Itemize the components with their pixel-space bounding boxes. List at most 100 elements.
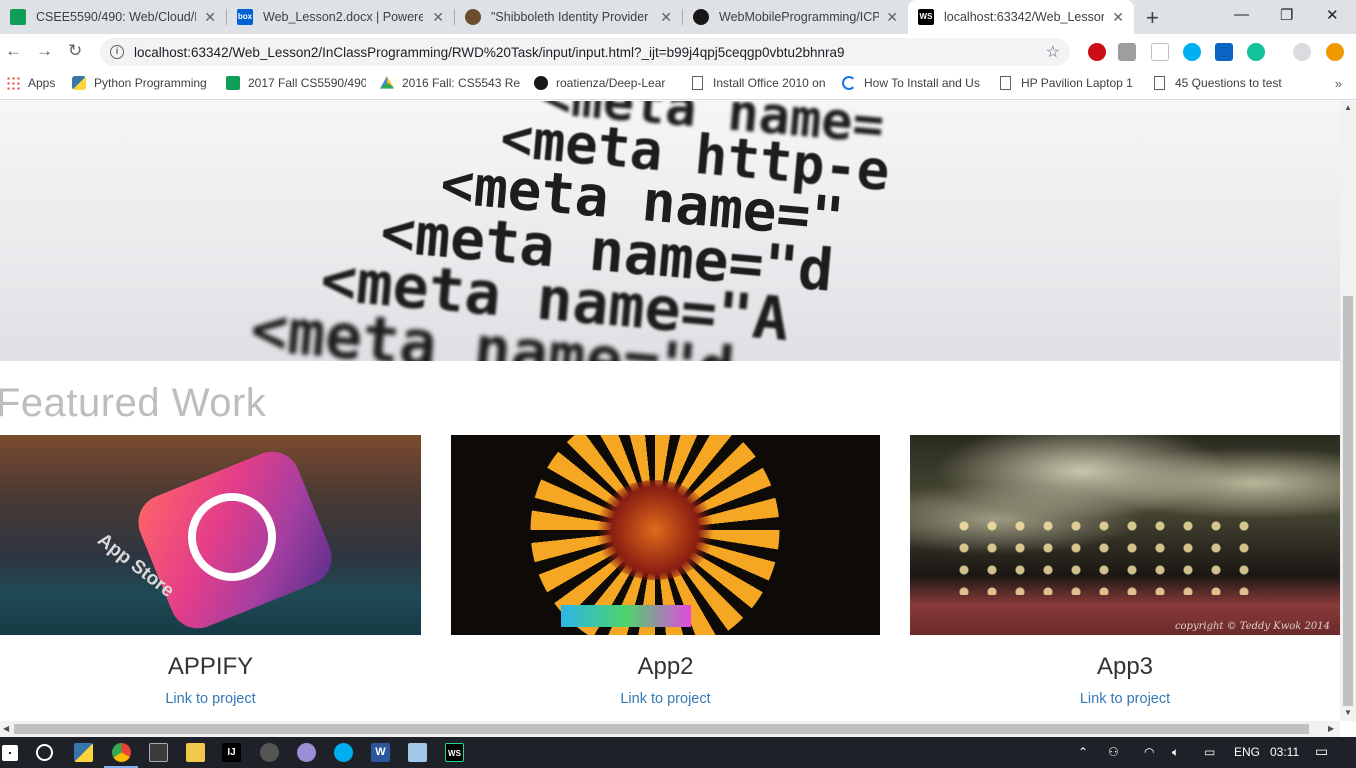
notepad-taskbar-icon[interactable] bbox=[408, 743, 427, 762]
page-icon bbox=[1154, 76, 1165, 90]
url-text: localhost:63342/Web_Lesson2/InClassProgr… bbox=[134, 44, 845, 60]
bookmark-label: Apps bbox=[28, 76, 56, 90]
forward-button[interactable]: → bbox=[36, 41, 53, 61]
python-taskbar-icon[interactable] bbox=[74, 743, 93, 762]
opera-extension-icon[interactable] bbox=[1088, 43, 1106, 61]
bookmark-how-to-install[interactable]: How To Install and Us bbox=[842, 76, 984, 90]
scroll-left-arrow[interactable]: ◀ bbox=[3, 724, 9, 733]
address-bar[interactable]: i localhost:63342/Web_Lesson2/InClassPro… bbox=[100, 38, 1070, 66]
cortana-search-icon[interactable] bbox=[36, 744, 53, 761]
bookmark-label: 2017 Fall CS5590/490 bbox=[248, 76, 366, 90]
refresh-logo-icon bbox=[842, 76, 856, 90]
site-info-icon[interactable]: i bbox=[110, 45, 124, 59]
show-hidden-icons-chevron[interactable]: ⌃ bbox=[1078, 745, 1088, 759]
tab-localhost-active[interactable]: WS localhost:63342/Web_Lesson2 ✕ bbox=[908, 0, 1134, 34]
tab-shibboleth[interactable]: "Shibboleth Identity Provider - ✕ bbox=[455, 0, 682, 34]
minimize-button[interactable]: — bbox=[1234, 6, 1249, 23]
bookmark-label: How To Install and Us bbox=[864, 76, 980, 90]
vertical-scroll-thumb[interactable] bbox=[1343, 296, 1353, 706]
close-tab-icon[interactable]: ✕ bbox=[204, 9, 216, 26]
project-link[interactable]: Link to project bbox=[451, 691, 880, 707]
flower-center bbox=[595, 480, 715, 580]
project-card-app2: App2 Link to project bbox=[451, 435, 880, 715]
project-link[interactable]: Link to project bbox=[910, 691, 1340, 707]
bookmark-2017-fall[interactable]: 2017 Fall CS5590/490 bbox=[226, 76, 366, 90]
windows-start-icon[interactable] bbox=[2, 745, 18, 761]
hero-image: <meta name= <meta http-e <meta name=" <m… bbox=[0, 101, 1340, 361]
reload-button[interactable]: ↻ bbox=[68, 41, 82, 61]
back-button[interactable]: ← bbox=[5, 41, 22, 61]
project-card-appify: App Store APPIFY Link to project bbox=[0, 435, 421, 715]
scroll-right-arrow[interactable]: ▶ bbox=[1328, 724, 1334, 733]
bokeh-trees-photo: copyright © Teddy Kwok 2014 bbox=[910, 435, 1340, 635]
tab-title: CSEE5590/490: Web/Cloud/M bbox=[36, 10, 196, 24]
horizontal-scroll-thumb[interactable] bbox=[14, 724, 1309, 734]
bookmark-python-programming[interactable]: Python Programming bbox=[72, 76, 210, 90]
close-window-button[interactable]: ✕ bbox=[1326, 6, 1339, 24]
skype-extension-icon[interactable] bbox=[1183, 43, 1201, 61]
page-icon bbox=[1000, 76, 1011, 90]
skype-taskbar-icon[interactable] bbox=[334, 743, 353, 762]
network-icon[interactable]: ⚇ bbox=[1108, 745, 1119, 759]
close-tab-icon[interactable]: ✕ bbox=[660, 9, 672, 26]
language-indicator[interactable]: ENG bbox=[1234, 745, 1260, 759]
browser-toolbar: ← → ↻ i localhost:63342/Web_Lesson2/InCl… bbox=[0, 34, 1356, 70]
media-taskbar-icon[interactable] bbox=[149, 743, 168, 762]
webstorm-taskbar-icon[interactable]: WS bbox=[445, 743, 464, 762]
intellij-taskbar-icon[interactable]: IJ bbox=[222, 743, 241, 762]
wifi-icon[interactable]: ◠ bbox=[1144, 745, 1154, 759]
shibboleth-icon bbox=[465, 9, 481, 25]
chrome-taskbar-icon[interactable] bbox=[112, 743, 131, 762]
browser-window: CSEE5590/490: Web/Cloud/M ✕ box Web_Less… bbox=[0, 0, 1356, 768]
volume-icon[interactable]: 🔈︎ bbox=[1172, 745, 1179, 760]
bookmark-hp-pavilion[interactable]: HP Pavilion Laptop 1 bbox=[1000, 76, 1140, 90]
extension-icon[interactable] bbox=[1118, 43, 1136, 61]
bookmark-install-office[interactable]: Install Office 2010 on bbox=[692, 76, 828, 90]
profile-avatar-icon[interactable] bbox=[1293, 43, 1311, 61]
page-viewport: <meta name= <meta http-e <meta name=" <m… bbox=[0, 101, 1340, 721]
extension-icon[interactable] bbox=[1151, 43, 1169, 61]
word-taskbar-icon[interactable]: W bbox=[371, 743, 390, 762]
bookmark-2016-fall[interactable]: 2016 Fall: CS5543 Re bbox=[380, 76, 520, 90]
more-bookmarks-icon[interactable]: » bbox=[1335, 76, 1342, 91]
tab-csee5590[interactable]: CSEE5590/490: Web/Cloud/M ✕ bbox=[0, 0, 226, 34]
github-icon bbox=[534, 76, 548, 90]
tab-title: localhost:63342/Web_Lesson2 bbox=[944, 10, 1104, 24]
bookmark-label: roatienza/Deep-Lear bbox=[556, 76, 666, 90]
tab-webmobileprogramming[interactable]: WebMobileProgramming/ICPs ✕ bbox=[683, 0, 908, 34]
windows-taskbar: IJ W WS ⌃ ⚇ ◠ 🔈︎ ▭ ENG 03:11 ▭ bbox=[0, 737, 1356, 768]
bookmark-45-questions[interactable]: 45 Questions to test bbox=[1154, 76, 1292, 90]
flower-reflection bbox=[561, 605, 691, 627]
bookmarks-bar: Apps Python Programming 2017 Fall CS5590… bbox=[0, 70, 1356, 100]
app-store-photo: App Store bbox=[0, 435, 421, 635]
close-tab-icon[interactable]: ✕ bbox=[886, 9, 898, 26]
clock[interactable]: 03:11 bbox=[1270, 745, 1299, 759]
bookmark-roatienza[interactable]: roatienza/Deep-Lear bbox=[534, 76, 674, 90]
battery-icon[interactable]: ▭ bbox=[1204, 745, 1215, 759]
close-tab-icon[interactable]: ✕ bbox=[432, 9, 444, 26]
tab-web-lesson2-docx[interactable]: box Web_Lesson2.docx | Powered b ✕ bbox=[227, 0, 454, 34]
grammarly-extension-icon[interactable] bbox=[1247, 43, 1265, 61]
new-tab-button[interactable]: + bbox=[1146, 5, 1159, 31]
project-name: APPIFY bbox=[167, 653, 254, 680]
update-menu-icon[interactable] bbox=[1326, 43, 1344, 61]
bookmark-apps[interactable]: Apps bbox=[6, 76, 62, 90]
app-taskbar-icon[interactable] bbox=[260, 743, 279, 762]
scroll-down-arrow[interactable]: ▼ bbox=[1344, 708, 1352, 717]
flower-photo bbox=[451, 435, 880, 635]
action-center-icon[interactable]: ▭ bbox=[1315, 743, 1328, 760]
page-icon bbox=[692, 76, 703, 90]
file-explorer-icon[interactable] bbox=[186, 743, 205, 762]
bookmark-label: Python Programming bbox=[94, 76, 207, 90]
paint-taskbar-icon[interactable] bbox=[297, 743, 316, 762]
bookmark-star-icon[interactable]: ☆ bbox=[1046, 42, 1060, 62]
scroll-up-arrow[interactable]: ▲ bbox=[1344, 103, 1352, 112]
project-card-app3: copyright © Teddy Kwok 2014 App3 Link to… bbox=[910, 435, 1340, 715]
vertical-scrollbar[interactable]: ▲ ▼ bbox=[1340, 101, 1356, 721]
project-link[interactable]: Link to project bbox=[0, 691, 421, 707]
maximize-button[interactable]: ❐ bbox=[1280, 6, 1293, 24]
close-tab-icon[interactable]: ✕ bbox=[1112, 9, 1124, 26]
linkedin-extension-icon[interactable] bbox=[1215, 43, 1233, 61]
tab-title: WebMobileProgramming/ICPs bbox=[719, 10, 879, 24]
horizontal-scrollbar[interactable]: ◀ ▶ bbox=[0, 721, 1340, 737]
